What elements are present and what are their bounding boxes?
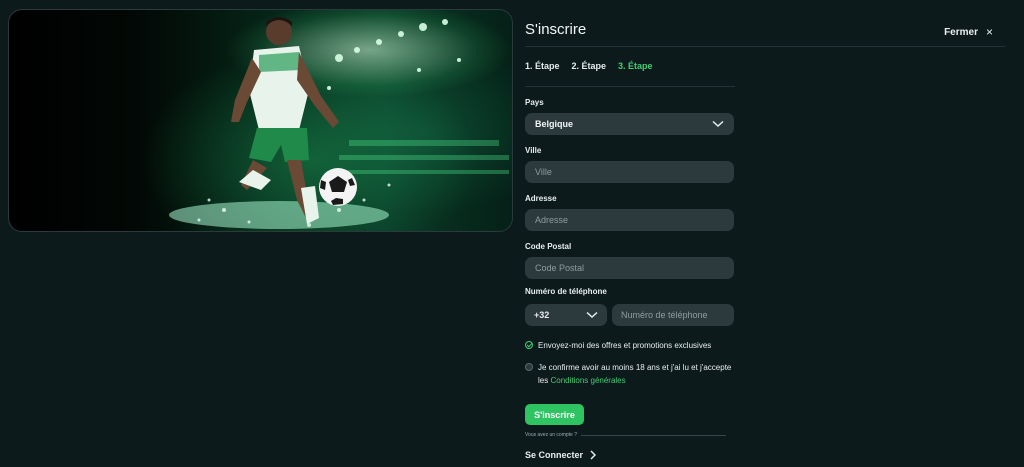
country-label: Pays [525, 98, 544, 107]
signup-button[interactable]: S'inscrire [525, 404, 584, 425]
football-player-illustration [169, 17, 509, 229]
close-button[interactable]: Fermer × [944, 25, 993, 39]
login-link[interactable]: Se Connecter [525, 450, 597, 460]
postal-code-input[interactable]: Code Postal [525, 257, 734, 279]
offers-checkbox-row[interactable]: Envoyez-moi des offres et promotions exc… [525, 339, 711, 352]
terms-checkbox-row[interactable]: Je confirme avoir au moins 18 ans et j'a… [525, 361, 735, 387]
terms-checkbox[interactable] [525, 363, 533, 371]
phone-code-value: +32 [534, 310, 550, 320]
city-input[interactable]: Ville [525, 161, 734, 183]
address-input[interactable]: Adresse [525, 209, 734, 231]
step-3: 3. Étape [618, 61, 653, 71]
terms-link[interactable]: Conditions générales [550, 376, 625, 385]
city-placeholder: Ville [535, 167, 552, 177]
address-label: Adresse [525, 194, 557, 203]
page-title: S'inscrire [525, 21, 587, 38]
phone-number-input[interactable]: Numéro de téléphone [612, 304, 734, 326]
chevron-right-icon [590, 450, 597, 460]
offers-checkbox-label: Envoyez-moi des offres et promotions exc… [538, 341, 712, 350]
step-2: 2. Étape [571, 61, 607, 71]
address-placeholder: Adresse [535, 215, 569, 225]
account-prompt: Vous avez un compte ? [525, 432, 577, 438]
country-value: Belgique [535, 119, 574, 129]
step-indicator: 1. Étape 2. Étape 3. Étape [525, 61, 653, 71]
country-select[interactable]: Belgique [525, 113, 734, 135]
account-divider [580, 434, 726, 436]
terms-text: Je confirme avoir au moins 18 ans et j'a… [538, 361, 735, 387]
close-label: Fermer [944, 26, 978, 38]
header-divider [525, 46, 1005, 47]
step-1: 1. Étape [525, 61, 560, 71]
close-icon: × [985, 25, 993, 39]
phone-code-select[interactable]: +32 [525, 304, 607, 326]
city-label: Ville [525, 146, 542, 155]
login-label: Se Connecter [525, 450, 584, 460]
phone-label: Numéro de téléphone [525, 287, 607, 296]
postal-code-placeholder: Code Postal [535, 263, 585, 273]
hero-banner [8, 9, 513, 232]
postal-code-label: Code Postal [525, 242, 572, 251]
phone-row: +32 Numéro de téléphone [525, 304, 734, 326]
chevron-down-icon [586, 311, 598, 319]
chevron-down-icon [712, 120, 724, 128]
account-prompt-row: Vous avez un compte ? [525, 432, 726, 438]
phone-number-placeholder: Numéro de téléphone [621, 310, 708, 320]
steps-divider [525, 86, 735, 87]
check-icon[interactable] [525, 341, 533, 349]
signup-panel: S'inscrire Fermer × 1. Étape 2. Étape 3.… [525, 0, 1005, 467]
